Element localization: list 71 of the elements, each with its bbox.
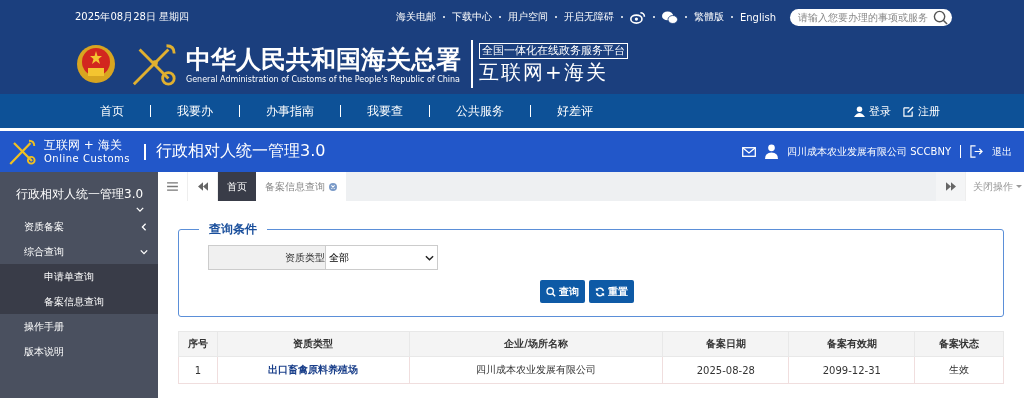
- brand-subtitle: Online Customs: [44, 151, 130, 166]
- logout-link[interactable]: 退出: [992, 144, 1012, 159]
- header-link[interactable]: 用户空间: [507, 10, 548, 24]
- search-button[interactable]: 查询: [540, 280, 585, 303]
- table-cell: 2099-12-31: [788, 356, 915, 384]
- header-link[interactable]: 海关电邮: [395, 10, 436, 24]
- type-select[interactable]: 全部: [326, 245, 438, 270]
- page-tab[interactable]: 备案信息查询: [256, 172, 346, 201]
- nav-link[interactable]: 我要办: [177, 102, 213, 120]
- sidebar-item[interactable]: 综合查询: [0, 239, 158, 264]
- close-icon[interactable]: [329, 182, 337, 191]
- sidebar-subitem[interactable]: 备案信息查询: [0, 289, 158, 314]
- customs-emblem-drawing: [8, 137, 38, 166]
- logout-icon[interactable]: [970, 145, 983, 158]
- column-header: 备案有效期: [788, 331, 915, 357]
- app-title: 行政相对人统一管理3.0: [155, 141, 326, 162]
- sidebar-item[interactable]: 版本说明: [0, 339, 158, 364]
- search-icon: [546, 286, 556, 297]
- table-cell: 四川成本农业发展有限公司: [409, 356, 663, 384]
- chevron-left-icon: [140, 222, 148, 231]
- site-title: 中华人民共和国海关总署: [186, 44, 461, 75]
- user-icon: [854, 105, 865, 117]
- date-text: 2025年08月28日 星期四: [75, 10, 190, 24]
- menu-icon[interactable]: [167, 182, 178, 191]
- wechat-icon[interactable]: [661, 10, 678, 24]
- login-link[interactable]: 登录: [869, 103, 891, 119]
- brand-name: 互联网 + 海关: [44, 137, 123, 152]
- header-link[interactable]: 下载中心: [451, 10, 492, 24]
- column-header: 序号: [178, 331, 218, 357]
- nav-link[interactable]: 办事指南: [266, 102, 314, 120]
- chevron-down-icon[interactable]: [136, 207, 144, 212]
- emblem-drawing: [76, 42, 116, 86]
- platform-badge: 全国一体化在线政务服务平台: [479, 43, 628, 59]
- sidebar-item[interactable]: 资质备案: [0, 214, 158, 239]
- panel-legend: 查询条件: [199, 221, 267, 238]
- table-cell: 出口畜禽原料养殖场: [217, 356, 410, 384]
- user-icon: [765, 144, 779, 159]
- table-cell: 1: [178, 356, 218, 384]
- mail-icon[interactable]: [742, 146, 757, 157]
- search-field[interactable]: 请输入您要办理的事项或服务: [790, 8, 952, 26]
- table-cell: 生效: [914, 356, 1004, 384]
- header-link[interactable]: 繁體版: [693, 10, 724, 24]
- header-link[interactable]: English: [739, 11, 776, 23]
- sidebar-title: 行政相对人统一管理3.0: [15, 186, 145, 203]
- rewind-icon[interactable]: [197, 182, 208, 191]
- field-label: 资质类型: [208, 245, 326, 270]
- fast-forward-icon[interactable]: [945, 182, 956, 191]
- search-icon[interactable]: [933, 9, 948, 25]
- column-header: 备案状态: [914, 331, 1004, 357]
- nav-link[interactable]: 公共服务: [456, 102, 504, 120]
- chevron-down-icon: [425, 254, 434, 261]
- user-name: 四川成本农业发展有限公司 SCCBNY: [787, 144, 951, 159]
- sidebar-item[interactable]: 操作手册: [0, 314, 158, 339]
- register-link[interactable]: 注册: [918, 103, 940, 119]
- site-subtitle: General Administration of Customs of the People's Republic of China: [186, 74, 461, 84]
- nav-link[interactable]: 首页: [100, 102, 124, 120]
- header-link[interactable]: 开启无障碍: [563, 10, 614, 24]
- nav-link[interactable]: 我要查: [367, 102, 403, 120]
- reset-button[interactable]: 重置: [589, 280, 634, 303]
- column-header: 企业/场所名称: [409, 331, 663, 357]
- sidebar-subitem[interactable]: 申请单查询: [0, 264, 158, 289]
- platform-name: 互联网+海关: [479, 59, 609, 85]
- column-header: 资质类型: [217, 331, 410, 357]
- column-header: 备案日期: [662, 331, 789, 357]
- weibo-icon[interactable]: [629, 10, 646, 24]
- nav-link[interactable]: 好差评: [557, 102, 593, 120]
- refresh-icon: [595, 286, 605, 297]
- chevron-down-icon: [140, 247, 148, 256]
- page-tab[interactable]: 首页: [218, 172, 256, 201]
- table-cell: 2025-08-28: [662, 356, 789, 384]
- edit-icon: [903, 105, 914, 117]
